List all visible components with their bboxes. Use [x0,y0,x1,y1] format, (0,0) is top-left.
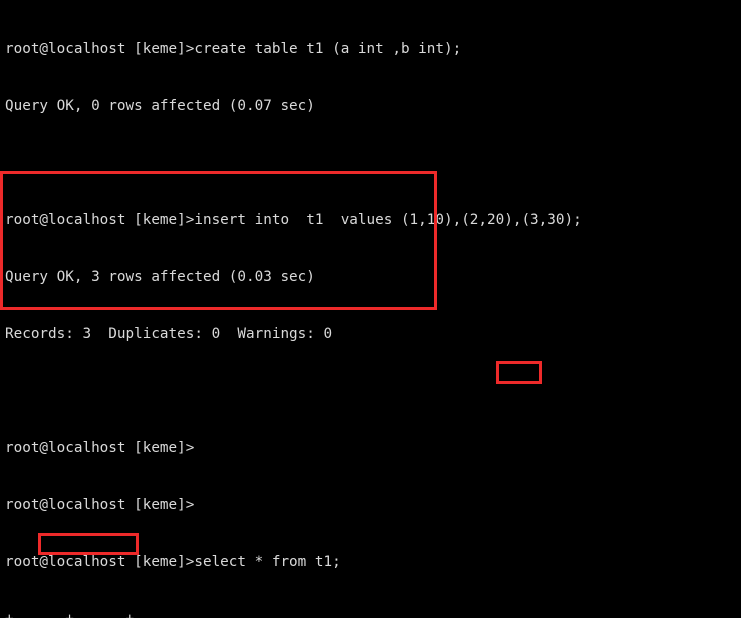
terminal-line: root@localhost [keme]> [5,497,195,513]
terminal-line: Records: 3 Duplicates: 0 Warnings: 0 [5,326,333,342]
terminal-line: root@localhost [keme]>select * from t1; [5,554,341,570]
terminal-line: root@localhost [keme]>create table t1 (a… [5,41,462,57]
terminal-output-buffer: root@localhost [keme]>create table t1 (a… [5,2,582,618]
terminal-line: root@localhost [keme]>insert into t1 val… [5,212,582,228]
terminal-line: root@localhost [keme]> [5,440,195,456]
terminal-line: Query OK, 3 rows affected (0.03 sec) [5,269,315,285]
terminal-line: +------+------+ [5,610,582,618]
terminal-window[interactable]: root@localhost [keme]>create table t1 (a… [0,0,741,618]
terminal-line: Query OK, 0 rows affected (0.07 sec) [5,98,315,114]
